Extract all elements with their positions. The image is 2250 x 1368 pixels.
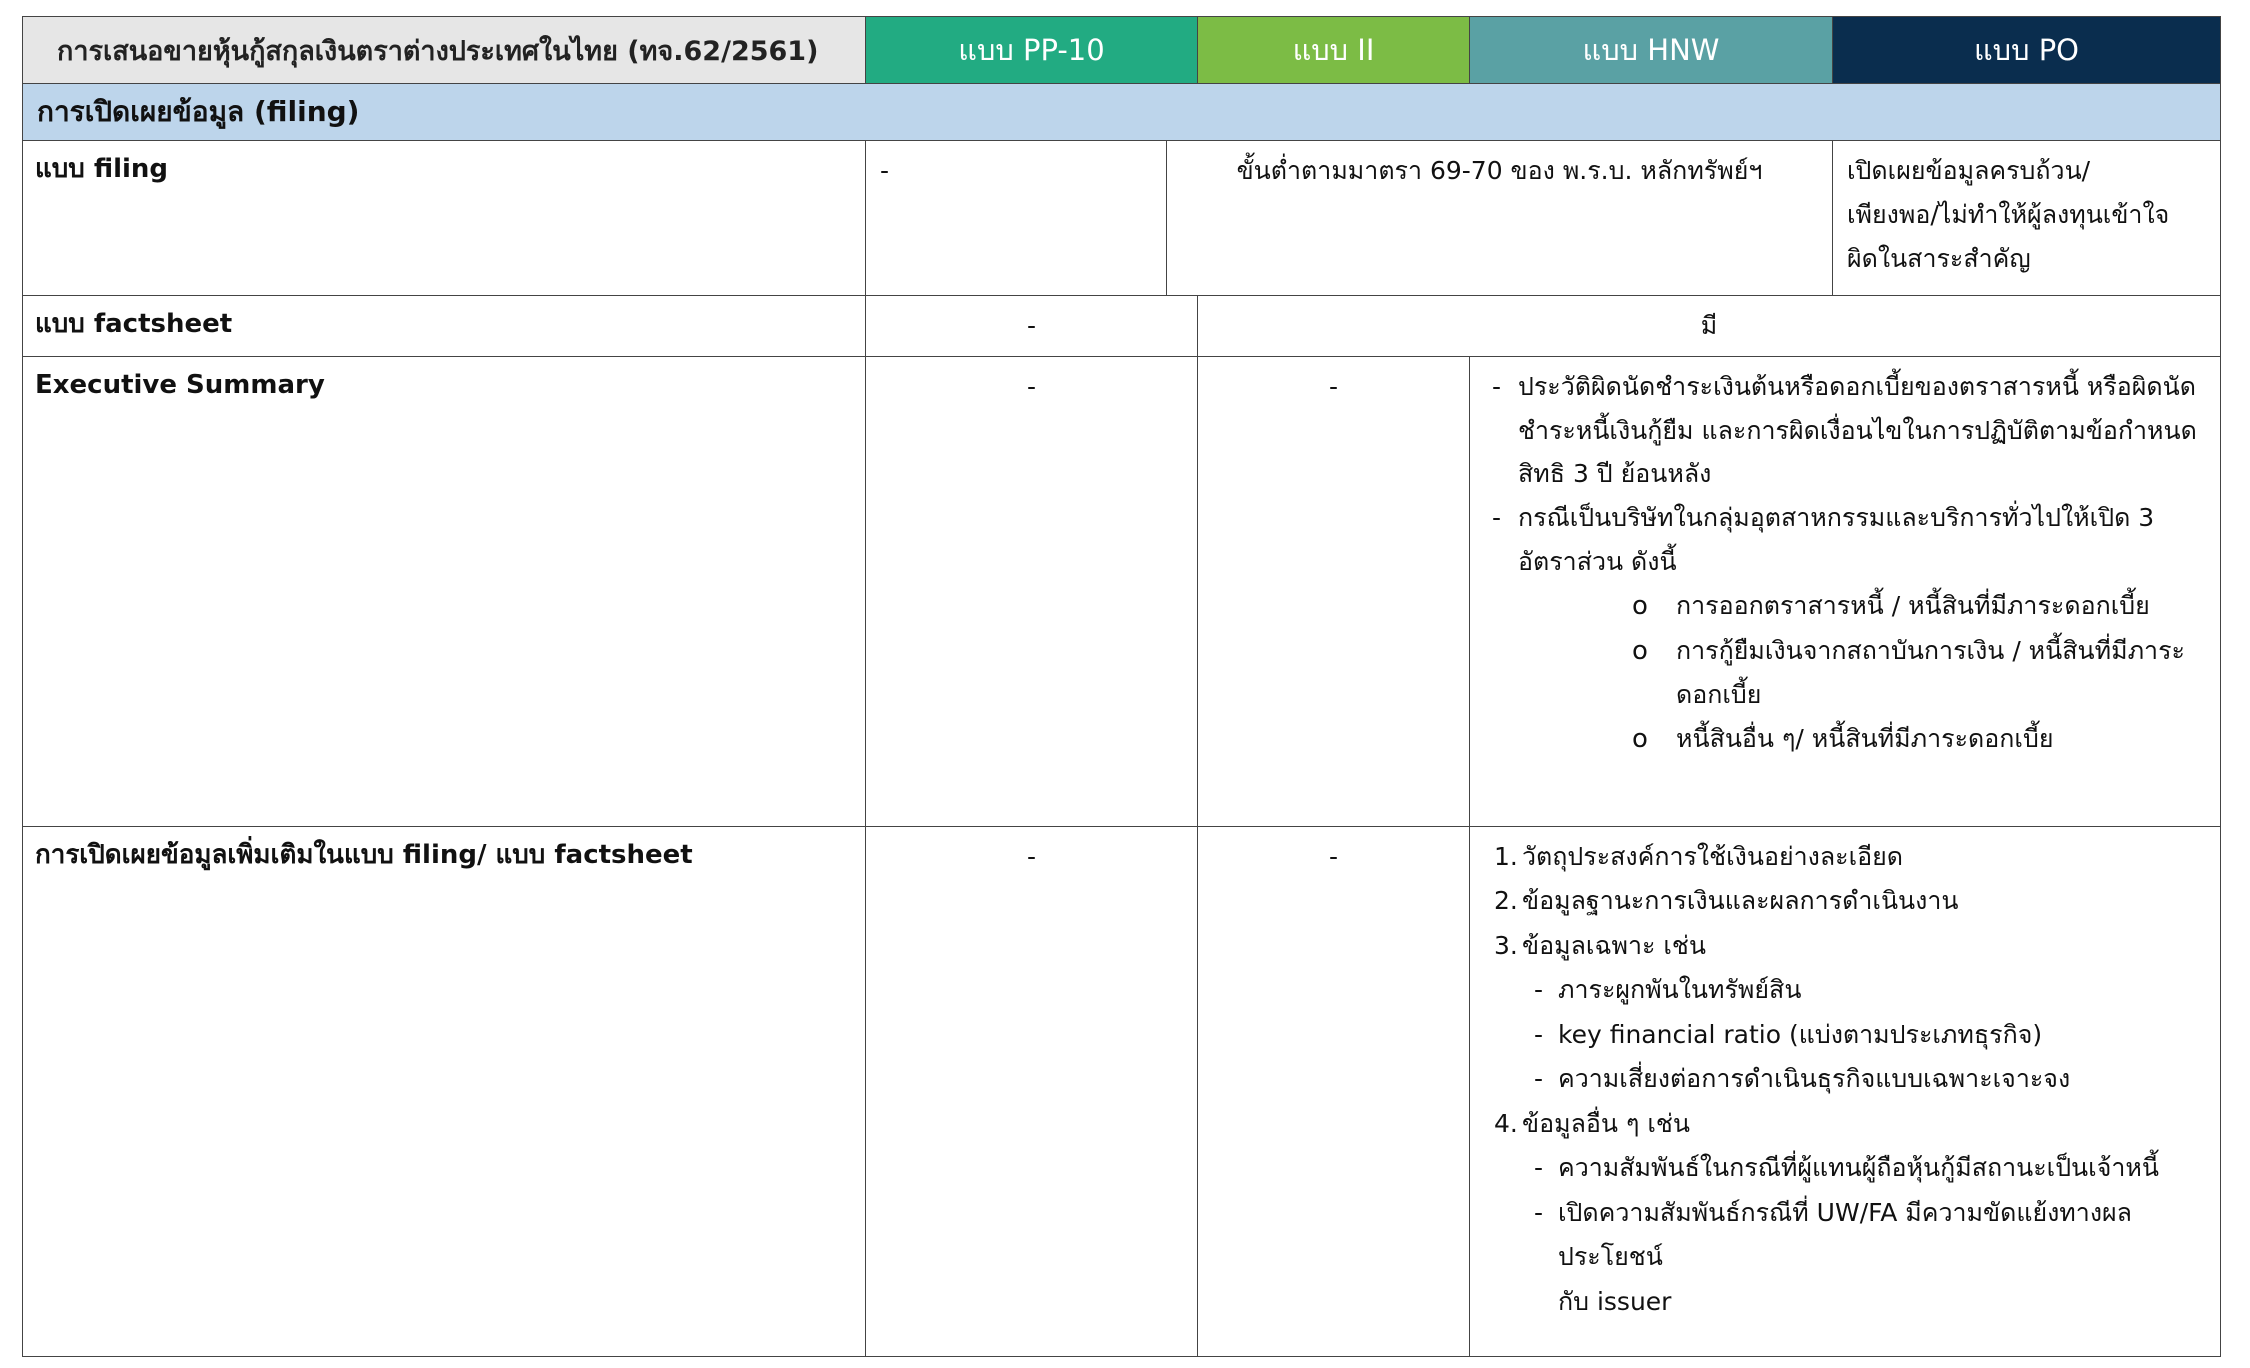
col-header-hnw: แบบ HNW (1469, 16, 1833, 84)
list-item: - ประวัติผิดนัดชำระเงินต้นหรือดอกเบี้ยขอ… (1492, 365, 2206, 496)
bullet-line: หนี้สินอื่น ๆ/ หนี้สินที่มีภาระดอกเบี้ย (1676, 723, 2054, 753)
filing-po-line: เพียงพอ/ไม่ทำให้ผู้ลงทุนเข้าใจ (1847, 199, 2170, 229)
section-row: การเปิดเผยข้อมูล (filing) (22, 83, 2221, 141)
dash-marker: - (1534, 1019, 1544, 1049)
filing-ii-hnw-value: ขั้นต่ำตามมาตรา 69-70 ของ พ.ร.บ. หลักทรั… (1166, 140, 1833, 296)
dash-marker: - (1534, 1153, 1544, 1183)
item-number: 1. (1494, 841, 1518, 871)
table-row-filing: แบบ filing - ขั้นต่ำตามมาตรา 69-70 ของ พ… (22, 140, 2221, 296)
bullet-item: o การออกตราสารหนี้ / หนี้สินที่มีภาระดอก… (1492, 584, 2206, 630)
sub-item-text: ความเสี่ยงต่อการดำเนินธุรกิจแบบเฉพาะเจาะ… (1558, 1064, 2071, 1094)
sub-item: - ความสัมพันธ์ในกรณีที่ผู้แทนผู้ถือหุ้นก… (1494, 1146, 2206, 1191)
bullet-line: การออกตราสารหนี้ / หนี้สินที่มีภาระดอกเบ… (1676, 590, 2150, 620)
table-row-factsheet: แบบ factsheet - มี (22, 295, 2221, 357)
row-label-additional-disclosure: การเปิดเผยข้อมูลเพิ่มเติมในแบบ filing/ แ… (22, 825, 866, 1357)
sub-item: - key financial ratio (แบ่งตามประเภทธุรก… (1494, 1013, 2206, 1058)
additional-ii-value: - (1197, 825, 1470, 1357)
col-header-po: แบบ PO (1832, 16, 2221, 84)
item-text: ข้อมูลอื่น ๆ เช่น (1522, 1108, 1690, 1138)
item-text: วัตถุประสงค์การใช้เงินอย่างละเอียด (1522, 841, 1904, 871)
list-item-line: อัตราส่วน ดังนี้ (1518, 546, 1677, 576)
numbered-item: 3. ข้อมูลเฉพาะ เช่น (1494, 924, 2206, 969)
header-row: การเสนอขายหุ้นกู้สกุลเงินตราต่างประเทศใน… (22, 16, 2221, 84)
additional-hnw-po-value: 1. วัตถุประสงค์การใช้เงินอย่างละเอียด 2.… (1469, 825, 2221, 1357)
comparison-table: การเสนอขายหุ้นกู้สกุลเงินตราต่างประเทศใน… (22, 16, 2221, 1357)
exec-ii-value: - (1197, 355, 1470, 827)
numbered-item: 1. วัตถุประสงค์การใช้เงินอย่างละเอียด (1494, 835, 2206, 880)
dash-marker: - (1534, 1064, 1544, 1094)
item-number: 3. (1494, 930, 1518, 960)
bullet-line: การกู้ยืมเงินจากสถาบันการเงิน / หนี้สินท… (1676, 636, 2185, 665)
list-item-line: ประวัติผิดนัดชำระเงินต้นหรือดอกเบี้ยของต… (1518, 371, 2196, 401)
section-title: การเปิดเผยข้อมูล (filing) (22, 83, 2221, 141)
filing-po-line: เปิดเผยข้อมูลครบถ้วน/ (1847, 156, 2091, 185)
sub-item-line: กับ issuer (1558, 1286, 1672, 1316)
list-item-line: กรณีเป็นบริษัทในกลุ่มอุตสาหกรรมและบริการ… (1518, 503, 2155, 532)
numbered-item: 2. ข้อมูลฐานะการเงินและผลการดำเนินงาน (1494, 879, 2206, 924)
table-title: การเสนอขายหุ้นกู้สกุลเงินตราต่างประเทศใน… (22, 16, 866, 84)
exec-hnw-po-value: - ประวัติผิดนัดชำระเงินต้นหรือดอกเบี้ยขอ… (1469, 355, 2221, 827)
table-row-additional-disclosure: การเปิดเผยข้อมูลเพิ่มเติมในแบบ filing/ แ… (22, 825, 2221, 1357)
sub-item-text: ภาระผูกพันในทรัพย์สิน (1558, 975, 1802, 1005)
bullet-line: ดอกเบี้ย (1676, 679, 1762, 709)
sub-item: - ภาระผูกพันในทรัพย์สิน (1494, 968, 2206, 1013)
table-row-executive-summary: Executive Summary - - - ประวัติผิดนัดชำร… (22, 355, 2221, 827)
sub-item-line: เปิดความสัมพันธ์กรณีที่ UW/FA มีความขัดแ… (1558, 1197, 2132, 1272)
bullet-item: o การกู้ยืมเงินจากสถาบันการเงิน / หนี้สิ… (1492, 629, 2206, 717)
dash-marker: - (1534, 1197, 1544, 1227)
dash-marker: - (1492, 371, 1502, 401)
item-text: ข้อมูลฐานะการเงินและผลการดำเนินงาน (1522, 886, 1959, 916)
filing-pp10-value: - (865, 140, 1167, 296)
factsheet-other-value: มี (1197, 295, 2221, 357)
list-item: - กรณีเป็นบริษัทในกลุ่มอุตสาหกรรมและบริก… (1492, 496, 2206, 584)
factsheet-pp10-value: - (865, 295, 1198, 357)
dash-marker: - (1534, 975, 1544, 1005)
comparison-sheet: การเสนอขายหุ้นกู้สกุลเงินตราต่างประเทศใน… (22, 16, 2221, 1357)
filing-po-line: ผิดในสาระสำคัญ (1847, 243, 2031, 273)
sub-item-text: key financial ratio (แบ่งตามประเภทธุรกิจ… (1558, 1019, 2043, 1049)
dash-marker: - (1492, 503, 1502, 532)
circle-bullet-icon: o (1632, 723, 1648, 754)
item-number: 2. (1494, 886, 1518, 916)
bullet-item: o หนี้สินอื่น ๆ/ หนี้สินที่มีภาระดอกเบี้… (1492, 717, 2206, 763)
circle-bullet-icon: o (1632, 590, 1648, 621)
list-item-line: สิทธิ 3 ปี ย้อนหลัง (1518, 459, 1712, 489)
filing-po-value: เปิดเผยข้อมูลครบถ้วน/ เพียงพอ/ไม่ทำให้ผู… (1832, 140, 2221, 296)
item-text: ข้อมูลเฉพาะ เช่น (1522, 930, 1706, 960)
row-label-executive-summary: Executive Summary (22, 355, 866, 827)
row-label-factsheet: แบบ factsheet (22, 295, 866, 357)
list-item-line: ชำระหนี้เงินกู้ยืม และการผิดเงื่อนไขในกา… (1518, 415, 2197, 445)
item-number: 4. (1494, 1108, 1518, 1138)
row-label-filing: แบบ filing (22, 140, 866, 296)
circle-bullet-icon: o (1632, 636, 1648, 666)
col-header-ii: แบบ II (1197, 16, 1470, 84)
exec-pp10-value: - (865, 355, 1198, 827)
sub-item-text: ความสัมพันธ์ในกรณีที่ผู้แทนผู้ถือหุ้นกู้… (1558, 1153, 2159, 1183)
additional-pp10-value: - (865, 825, 1198, 1357)
numbered-item: 4. ข้อมูลอื่น ๆ เช่น (1494, 1102, 2206, 1147)
sub-item: - เปิดความสัมพันธ์กรณีที่ UW/FA มีความขั… (1494, 1191, 2206, 1325)
sub-item: - ความเสี่ยงต่อการดำเนินธุรกิจแบบเฉพาะเจ… (1494, 1057, 2206, 1102)
col-header-pp10: แบบ PP-10 (865, 16, 1198, 84)
